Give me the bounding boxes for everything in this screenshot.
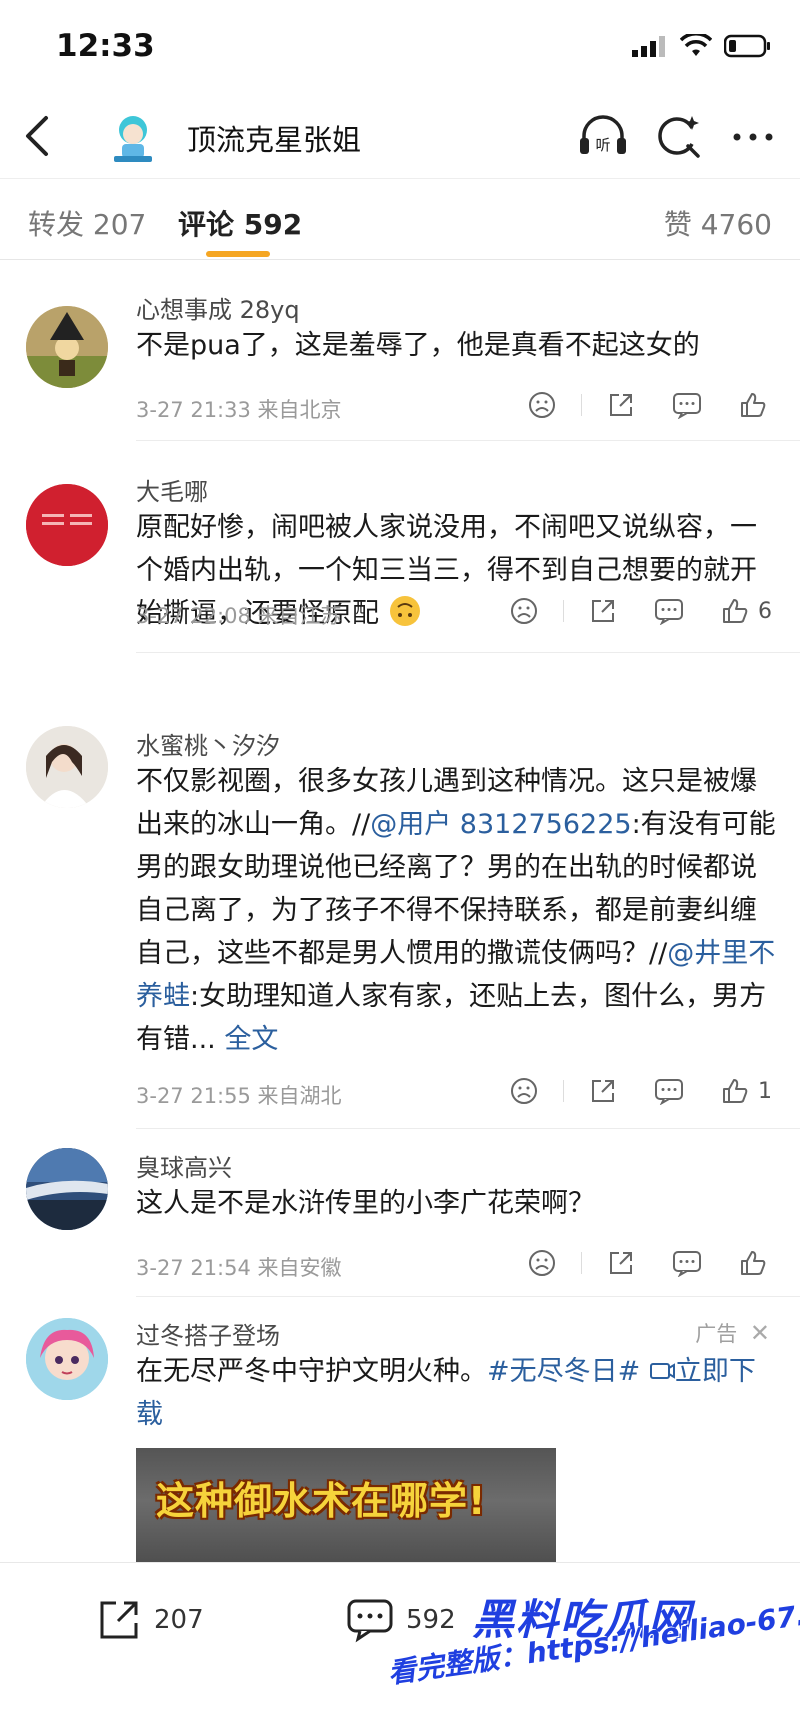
status-time: 12:33 bbox=[56, 28, 155, 64]
search-icon[interactable] bbox=[652, 110, 706, 164]
avatar-image bbox=[26, 726, 108, 808]
commenter-avatar[interactable] bbox=[26, 484, 108, 566]
advertiser-name[interactable]: 过冬搭子登场 bbox=[136, 1316, 280, 1351]
avatar-image bbox=[26, 306, 108, 388]
dislike-icon[interactable] bbox=[523, 1244, 561, 1282]
commenter-name[interactable]: 大毛哪 bbox=[136, 472, 208, 507]
ad-text-content: 在无尽严冬中守护文明火种。 bbox=[136, 1356, 487, 1387]
upside-down-face-icon bbox=[389, 596, 420, 626]
like-icon[interactable] bbox=[734, 1244, 772, 1282]
commenter-avatar[interactable] bbox=[26, 1148, 108, 1230]
like-count: 1 bbox=[758, 1078, 772, 1104]
like-count: 6 bbox=[758, 598, 772, 624]
bottom-repost-button[interactable]: 207 bbox=[96, 1597, 204, 1643]
full-text-link[interactable]: 全文 bbox=[224, 1024, 278, 1055]
repost-icon[interactable] bbox=[602, 1244, 640, 1282]
reply-icon[interactable] bbox=[650, 1072, 688, 1110]
comment-text: 这人是不是水浒传里的小李广花荣啊？ bbox=[136, 1188, 595, 1219]
tab-reposts[interactable]: 转发 207 bbox=[28, 203, 146, 243]
comment-meta: 3-27 22:08 来自江苏 bbox=[136, 604, 342, 628]
comment-meta: 3-27 21:33 来自北京 bbox=[136, 398, 342, 422]
separator bbox=[563, 1080, 564, 1102]
like-icon[interactable] bbox=[716, 592, 754, 630]
active-tab-indicator bbox=[206, 251, 270, 257]
repost-icon[interactable] bbox=[584, 1072, 622, 1110]
page-title: 顶流克星张姐 bbox=[187, 123, 362, 157]
listen-icon[interactable]: 听 bbox=[576, 110, 630, 164]
separator bbox=[581, 1252, 582, 1274]
more-icon[interactable] bbox=[726, 110, 780, 164]
reply-icon[interactable] bbox=[668, 386, 706, 424]
repost-count: 207 bbox=[154, 1605, 204, 1635]
advertiser-avatar[interactable] bbox=[26, 1318, 108, 1400]
battery-icon bbox=[724, 34, 770, 58]
like-icon[interactable] bbox=[734, 386, 772, 424]
svg-text:听: 听 bbox=[595, 136, 610, 154]
commenter-name[interactable]: 水蜜桃丶汐汐 bbox=[136, 726, 280, 761]
link-icon bbox=[649, 1363, 675, 1379]
blogger-avatar[interactable] bbox=[108, 110, 158, 164]
reply-icon[interactable] bbox=[668, 1244, 706, 1282]
comment-meta: 3-27 21:54 来自安徽 bbox=[136, 1256, 342, 1280]
repost-icon bbox=[100, 1601, 138, 1639]
wifi-icon bbox=[680, 34, 712, 56]
watermark: 黑料吃瓜网 看完整版：https://heiliao-67.com bbox=[380, 1580, 800, 1733]
commenter-name[interactable]: 心想事成 28yq bbox=[136, 290, 300, 325]
repost-icon[interactable] bbox=[584, 592, 622, 630]
tab-comments[interactable]: 评论 592 bbox=[178, 203, 302, 243]
hashtag-link[interactable]: #无尽冬日# bbox=[487, 1356, 640, 1387]
repost-icon[interactable] bbox=[602, 386, 640, 424]
back-icon[interactable] bbox=[18, 112, 58, 160]
tab-bar: 转发 207 评论 592 赞 4760 bbox=[0, 178, 800, 260]
dislike-icon[interactable] bbox=[505, 1072, 543, 1110]
ad-label: 广告 bbox=[695, 1322, 738, 1346]
separator bbox=[581, 394, 582, 416]
separator bbox=[563, 600, 564, 622]
ad-text: 在无尽严冬中守护文明火种。#无尽冬日# 立即下载 bbox=[136, 1350, 776, 1436]
mention-link[interactable]: @用户 8312756225 bbox=[370, 809, 631, 840]
nav-bar: 顶流克星张姐 听 bbox=[0, 96, 800, 178]
avatar-image bbox=[26, 1318, 108, 1400]
commenter-avatar[interactable] bbox=[26, 726, 108, 808]
dislike-icon[interactable] bbox=[505, 592, 543, 630]
tab-likes[interactable]: 赞 4760 bbox=[664, 203, 772, 243]
commenter-avatar[interactable] bbox=[26, 306, 108, 388]
comment-text: 不是pua了，这是羞辱了，他是真看不起这女的 bbox=[136, 330, 700, 361]
dislike-icon[interactable] bbox=[523, 386, 561, 424]
avatar-image bbox=[26, 1148, 108, 1230]
comment-meta: 3-27 21:55 来自湖北 bbox=[136, 1084, 342, 1108]
ad-image-caption: 这种御水术在哪学! bbox=[156, 1479, 487, 1523]
close-icon[interactable]: ✕ bbox=[750, 1319, 770, 1347]
commenter-name[interactable]: 臭球高兴 bbox=[136, 1148, 232, 1183]
avatar-image bbox=[26, 484, 108, 566]
comment-text: 不仅影视圈，很多女孩儿遇到这种情况。这只是被爆出来的冰山一角。//@用户 831… bbox=[136, 760, 776, 1061]
ad-image[interactable]: 这种御水术在哪学! bbox=[136, 1448, 556, 1580]
signal-icon bbox=[632, 36, 665, 57]
like-icon[interactable] bbox=[716, 1072, 754, 1110]
status-bar: 12:33 bbox=[0, 0, 800, 96]
reply-icon[interactable] bbox=[650, 592, 688, 630]
